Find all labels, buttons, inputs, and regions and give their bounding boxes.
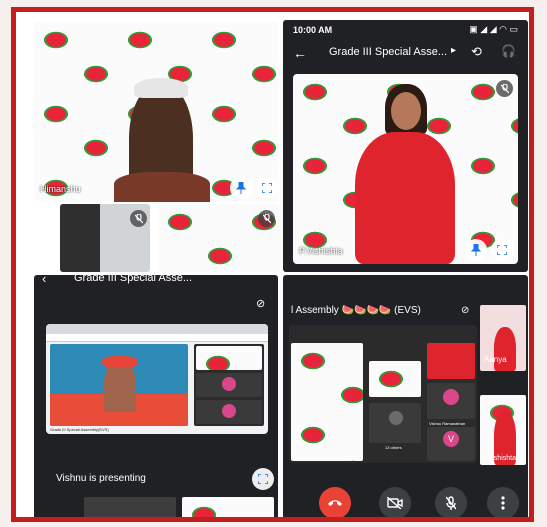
tile-meet-phone: 10:00 AM ▣ ◢ ◢ ◠ ▭ ← Grade III Special A…	[283, 20, 528, 272]
avatar: V	[443, 431, 459, 447]
thumbnail-participant[interactable]	[84, 497, 176, 517]
fullscreen-icon[interactable]	[491, 239, 513, 261]
side-tile-vishishta[interactable]: P.Vishishta	[480, 395, 526, 465]
mic-off-icon	[258, 210, 275, 227]
slide-preview	[50, 344, 188, 426]
mic-off-icon: ⊘	[461, 305, 470, 316]
end-call-button[interactable]	[319, 487, 351, 517]
participant-dress	[355, 132, 455, 264]
pin-icon[interactable]	[230, 177, 252, 199]
meeting-title[interactable]: Grade III Special Asse...	[74, 275, 192, 284]
nested-tile-others	[369, 403, 421, 443]
presenting-text: Vishnu is presenting	[56, 473, 146, 484]
mic-off-icon	[446, 496, 456, 510]
thumbnail-participant-2[interactable]	[158, 204, 280, 272]
assembly-title: l Assembly 🍉🍉🍉🍉 (EVS)	[291, 305, 421, 316]
nested-tile-avatar-2: V	[427, 427, 475, 461]
mic-off-icon: ⊘	[256, 298, 266, 310]
chevron-right-icon: ▸	[451, 45, 457, 56]
fullscreen-icon[interactable]	[256, 177, 278, 199]
mic-off-icon	[496, 80, 513, 97]
end-call-icon	[328, 500, 342, 506]
participant-video-vishishta: P.Vishishta	[293, 74, 518, 264]
shared-screen[interactable]: Grade III Special Assembly(EVS)	[46, 324, 268, 434]
headphones-icon[interactable]: 🎧	[501, 44, 516, 58]
mic-off-icon	[130, 210, 147, 227]
side-tile-aanya[interactable]: Aanya	[480, 305, 526, 371]
tile-presentation: ‹ Grade III Special Asse... ⊘ Grade III …	[34, 275, 278, 517]
participant-name-label: P.Vishishta	[299, 246, 343, 256]
fullscreen-icon[interactable]	[252, 468, 274, 490]
meeting-title[interactable]: Grade III Special Asse...	[329, 46, 447, 58]
thumbnail-participant-1[interactable]	[60, 204, 150, 272]
side-name: P.Vishishta	[482, 455, 516, 462]
nested-tile-watermelon	[291, 343, 363, 461]
thumb-strip	[194, 344, 264, 426]
status-bar: 10:00 AM ▣ ◢ ◢ ◠ ▭	[283, 20, 528, 40]
side-name: Aanya	[484, 355, 507, 364]
tile-himanshu: Himanshu	[34, 22, 278, 202]
tile-meet-grid: l Assembly 🍉🍉🍉🍉 (EVS) ⊘ Vishnu Ramanatha…	[283, 275, 528, 517]
thumbnail-participant[interactable]	[182, 497, 274, 517]
nested-tile-watermelon-2	[369, 361, 421, 397]
more-vert-icon	[501, 496, 505, 510]
mini-name: 13 others	[385, 445, 402, 450]
more-options-button[interactable]	[487, 487, 519, 517]
participant-shirt	[114, 172, 210, 202]
arrow-left-icon[interactable]: ‹	[42, 275, 46, 286]
video-off-icon	[387, 497, 403, 509]
camera-flip-icon[interactable]: ⟲	[471, 44, 482, 60]
mini-name: Vishnu Ramanathan	[429, 421, 466, 426]
meeting-header: ← Grade III Special Asse... ▸ ⟲ 🎧	[283, 42, 528, 64]
nested-tile-girl	[427, 343, 475, 379]
status-icons: ▣ ◢ ◢ ◠ ▭	[469, 24, 518, 34]
nested-meet-grid: Vishnu Ramanathan 13 others V	[289, 325, 477, 463]
mic-off-button[interactable]	[435, 487, 467, 517]
slide-title: Grade III Special Assembly(EVS)	[50, 427, 109, 432]
video-off-button[interactable]	[379, 487, 411, 517]
nested-tile-avatar	[427, 383, 475, 419]
pin-icon[interactable]	[465, 239, 487, 261]
participant-cap	[134, 78, 188, 98]
screenshot-collage-frame: Himanshu 10:00 AM ▣ ◢ ◢ ◠ ▭ ← Grade III …	[11, 7, 534, 522]
participant-name-label: Himanshu	[40, 184, 81, 194]
arrow-left-icon[interactable]: ←	[293, 45, 307, 61]
status-time: 10:00 AM	[293, 25, 333, 35]
participant-face	[391, 92, 421, 130]
